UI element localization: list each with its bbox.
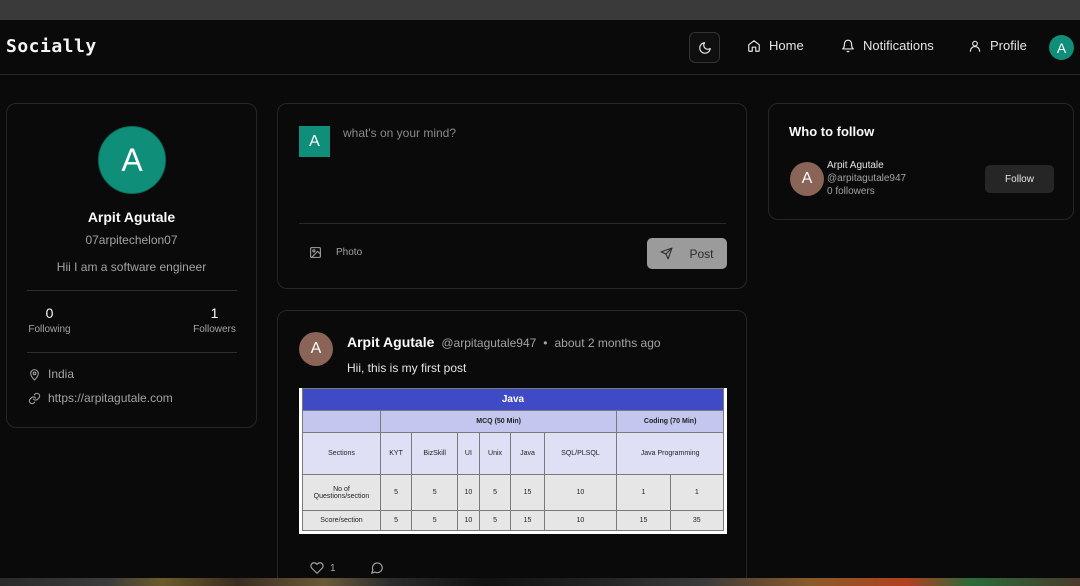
photo-label: Photo <box>336 247 363 258</box>
followers-count: 1 <box>210 305 219 321</box>
following-label: Following <box>28 324 71 335</box>
table-cell: 1 <box>669 474 725 511</box>
compose-card: A what's on your mind? Photo Post <box>277 103 747 289</box>
profile-bio: Hii I am a software engineer <box>56 260 207 274</box>
brand-logo[interactable]: Socially <box>6 36 97 57</box>
link-icon <box>28 392 41 405</box>
compose-avatar: A <box>299 126 330 157</box>
post-card: A Arpit Agutale @arpitagutale947 • about… <box>277 310 747 586</box>
profile-divider <box>27 290 237 291</box>
table-cell: 15 <box>510 474 545 511</box>
nav-notifications-label: Notifications <box>863 38 934 53</box>
table-col-header: SQL/PLSQL <box>543 432 618 475</box>
post-image[interactable]: Java MCQ (50 Min) Coding (70 Min) Sectio… <box>299 388 727 534</box>
post-content: Hii, this is my first post <box>347 361 467 375</box>
profile-card: A Arpit Agutale 07arpitechelon07 Hii I a… <box>6 103 257 428</box>
table-cell: 1 <box>616 474 671 511</box>
post-separator: • <box>543 336 548 350</box>
post-author-handle: @arpitagutale947 <box>441 336 537 350</box>
like-button[interactable]: 1 <box>310 561 336 575</box>
suggested-user-name[interactable]: Arpit Agutale <box>827 159 906 172</box>
profile-handle: 07arpitechelon07 <box>85 233 178 247</box>
table-cell: 5 <box>411 474 459 511</box>
table-col-header: KYT <box>379 432 413 475</box>
suggested-user-avatar[interactable]: A <box>790 162 824 196</box>
table-row-label: Score/section <box>302 510 381 531</box>
user-avatar[interactable]: A <box>1049 35 1074 60</box>
location-row: India <box>28 367 74 381</box>
followers-stat: 1 Followers <box>192 305 237 335</box>
table-row-label: No of Questions/section <box>302 474 381 511</box>
following-stat: 0 Following <box>27 305 72 335</box>
followers-label: Followers <box>193 324 236 335</box>
exam-table: Java MCQ (50 Min) Coding (70 Min) Sectio… <box>302 388 725 531</box>
theme-toggle-button[interactable] <box>689 32 720 63</box>
table-cell: 10 <box>457 510 480 531</box>
table-cell: 5 <box>379 510 413 531</box>
compose-input[interactable]: what's on your mind? <box>343 126 456 140</box>
post-button[interactable]: Post <box>647 238 727 269</box>
post-button-label: Post <box>689 246 714 261</box>
table-col-header: Java Programming <box>616 432 724 475</box>
table-group-mcq: MCQ (50 Min) <box>379 410 618 433</box>
table-cell <box>302 410 381 433</box>
compose-divider <box>299 223 726 224</box>
table-group-coding: Coding (70 Min) <box>616 410 724 433</box>
profile-avatar[interactable]: A <box>98 126 166 194</box>
table-col-header: BizSkill <box>411 432 459 475</box>
post-header: Arpit Agutale @arpitagutale947 • about 2… <box>347 334 661 350</box>
image-icon <box>309 246 322 259</box>
table-cell: 5 <box>478 474 512 511</box>
navbar: Socially Home Notifications Profile A <box>0 20 1080 75</box>
website-link[interactable]: https://arpitagutale.com <box>48 391 173 405</box>
suggested-user-info: Arpit Agutale @arpitagutale947 0 followe… <box>827 159 906 198</box>
heart-icon <box>310 561 324 575</box>
table-cell: 15 <box>510 510 545 531</box>
who-to-follow-title: Who to follow <box>789 124 875 139</box>
website-row[interactable]: https://arpitagutale.com <box>28 391 173 405</box>
table-cell: 10 <box>457 474 480 511</box>
nav-profile-link[interactable]: Profile <box>968 38 1027 53</box>
table-col-header: Unix <box>478 432 512 475</box>
table-cell: 10 <box>543 510 618 531</box>
following-count: 0 <box>45 305 54 321</box>
photo-button[interactable]: Photo <box>309 246 362 259</box>
nav-home-label: Home <box>769 38 804 53</box>
nav-home-link[interactable]: Home <box>747 38 804 53</box>
who-to-follow-card: Who to follow A Arpit Agutale @arpitagut… <box>768 103 1074 220</box>
table-sections-label: Sections <box>302 432 381 475</box>
follow-button[interactable]: Follow <box>985 165 1054 193</box>
user-icon <box>968 39 982 53</box>
table-col-header: Java <box>510 432 545 475</box>
table-cell: 35 <box>669 510 725 531</box>
moon-icon <box>698 41 712 55</box>
table-cell: 5 <box>379 474 413 511</box>
message-circle-icon <box>370 561 384 575</box>
bell-icon <box>841 39 855 53</box>
suggested-user-followers: 0 followers <box>827 186 875 197</box>
map-pin-icon <box>28 368 41 381</box>
post-timestamp: about 2 months ago <box>554 336 661 350</box>
home-icon <box>747 39 761 53</box>
post-author-avatar[interactable]: A <box>299 332 333 366</box>
nav-notifications-link[interactable]: Notifications <box>841 38 934 53</box>
taskbar-strip <box>0 578 1080 586</box>
post-author-name[interactable]: Arpit Agutale <box>347 334 434 350</box>
send-icon <box>660 247 673 260</box>
browser-top-strip <box>0 0 1080 20</box>
table-cell: 15 <box>616 510 671 531</box>
like-count: 1 <box>330 562 336 574</box>
table-cell: 5 <box>411 510 459 531</box>
nav-profile-label: Profile <box>990 38 1027 53</box>
profile-name[interactable]: Arpit Agutale <box>7 209 256 225</box>
table-col-header: UI <box>457 432 480 475</box>
table-cell: 10 <box>543 474 618 511</box>
location-text: India <box>48 367 75 381</box>
profile-divider <box>27 352 237 353</box>
comment-button[interactable] <box>370 561 384 575</box>
table-cell: 5 <box>478 510 512 531</box>
table-title: Java <box>302 388 724 411</box>
suggested-user-handle: @arpitagutale947 <box>827 173 907 184</box>
